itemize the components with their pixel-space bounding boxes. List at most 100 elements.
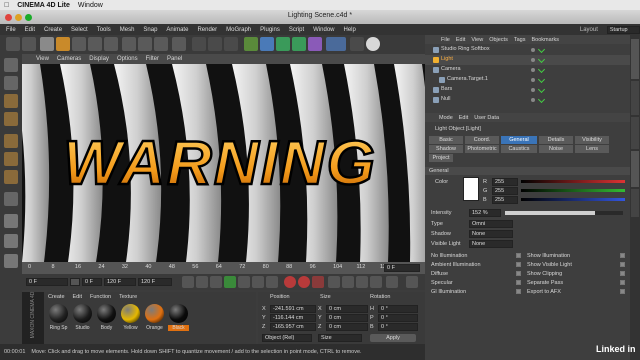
option-checkbox[interactable] bbox=[620, 271, 625, 276]
deformer-icon[interactable] bbox=[308, 37, 322, 51]
cube-icon[interactable] bbox=[244, 37, 258, 51]
visibility-dots-icon[interactable] bbox=[531, 98, 535, 102]
material-item[interactable]: Yellow bbox=[120, 304, 141, 331]
right-tab-structure[interactable] bbox=[631, 117, 639, 149]
current-frame-mini-field[interactable]: 0 F bbox=[82, 278, 102, 286]
intensity-slider[interactable] bbox=[505, 211, 623, 215]
material-menu-edit[interactable]: Edit bbox=[73, 294, 82, 300]
next-key-icon[interactable] bbox=[252, 276, 264, 288]
viewport[interactable]: WARNING bbox=[22, 64, 425, 262]
material-menu-texture[interactable]: Texture bbox=[119, 294, 137, 300]
om-menu-file[interactable]: File bbox=[441, 37, 450, 43]
enabled-check-icon[interactable] bbox=[537, 65, 546, 74]
intensity-field[interactable]: 152 % bbox=[469, 209, 501, 217]
coord-rotation-field[interactable]: 0 ° bbox=[378, 313, 418, 322]
menu-mograph[interactable]: MoGraph bbox=[226, 27, 251, 33]
mac-app-menu[interactable]: CINEMA 4D Lite bbox=[17, 2, 70, 9]
go-to-start-icon[interactable] bbox=[182, 276, 194, 288]
start-frame-field[interactable]: 0 F bbox=[26, 278, 68, 286]
type-select[interactable]: Omni bbox=[469, 220, 513, 228]
option-checkbox[interactable] bbox=[516, 280, 521, 285]
viewport-menu-filter[interactable]: Filter bbox=[146, 56, 159, 62]
option-checkbox-row[interactable]: GI Illumination bbox=[431, 287, 523, 296]
make-editable-icon[interactable] bbox=[4, 58, 18, 72]
material-item[interactable]: Orange bbox=[144, 304, 165, 331]
viewport-menu-display[interactable]: Display bbox=[89, 56, 109, 62]
render-picture-viewer-icon[interactable] bbox=[208, 37, 222, 51]
render-settings-icon[interactable] bbox=[224, 37, 238, 51]
record-icon[interactable] bbox=[284, 276, 296, 288]
option-checkbox-row[interactable]: Show Clipping bbox=[527, 269, 627, 278]
color-channel-slider[interactable] bbox=[521, 198, 625, 201]
om-menu-view[interactable]: View bbox=[471, 37, 483, 43]
move-icon[interactable] bbox=[56, 37, 70, 51]
material-menu-function[interactable]: Function bbox=[90, 294, 111, 300]
enabled-check-icon[interactable] bbox=[537, 75, 546, 84]
subdivision-icon[interactable] bbox=[276, 37, 290, 51]
visible-light-select[interactable]: None bbox=[469, 240, 513, 248]
option-checkbox[interactable] bbox=[516, 289, 521, 294]
option-checkbox-row[interactable]: Diffuse bbox=[431, 269, 523, 278]
tab-noise[interactable]: Noise bbox=[539, 145, 573, 153]
color-channel-slider[interactable] bbox=[521, 180, 625, 183]
key-parameter-icon[interactable] bbox=[370, 276, 382, 288]
edges-mode-icon[interactable] bbox=[4, 152, 18, 166]
tab-shadow[interactable]: Shadow bbox=[429, 145, 463, 153]
go-to-end-icon[interactable] bbox=[266, 276, 278, 288]
visibility-dots-icon[interactable] bbox=[531, 78, 535, 82]
option-checkbox-row[interactable]: Export to AFX bbox=[527, 287, 627, 296]
tab-visibility[interactable]: Visibility bbox=[575, 136, 609, 144]
previous-key-icon[interactable] bbox=[196, 276, 208, 288]
visibility-dots-icon[interactable] bbox=[531, 68, 535, 72]
timeline-ruler[interactable]: 081624324048566472808896104112120 0 F bbox=[22, 262, 425, 274]
object-row[interactable]: Null bbox=[425, 95, 630, 105]
menu-mesh[interactable]: Mesh bbox=[120, 27, 135, 33]
axis-mode-icon[interactable] bbox=[4, 192, 18, 206]
enabled-check-icon[interactable] bbox=[537, 45, 546, 54]
menu-edit[interactable]: Edit bbox=[25, 27, 35, 33]
menu-render[interactable]: Render bbox=[197, 27, 217, 33]
color-channel-field[interactable]: 255 bbox=[492, 186, 518, 195]
om-menu-bookmarks[interactable]: Bookmarks bbox=[531, 37, 559, 43]
y-axis-icon[interactable] bbox=[138, 37, 152, 51]
coord-position-field[interactable]: -165.957 cm bbox=[270, 322, 316, 331]
object-row[interactable]: Studio Ring Softbox bbox=[425, 45, 630, 55]
previous-frame-icon[interactable] bbox=[210, 276, 222, 288]
right-tab-content-browser[interactable] bbox=[631, 81, 639, 115]
recent-tools-icon[interactable] bbox=[104, 37, 118, 51]
menu-help[interactable]: Help bbox=[344, 27, 356, 33]
layout-select[interactable]: Startup bbox=[606, 25, 640, 34]
x-axis-icon[interactable] bbox=[122, 37, 136, 51]
keyframe-selection-icon[interactable] bbox=[312, 276, 324, 288]
am-menu-mode[interactable]: Mode bbox=[439, 115, 453, 121]
key-position-icon[interactable] bbox=[328, 276, 340, 288]
menu-create[interactable]: Create bbox=[44, 27, 62, 33]
shadow-select[interactable]: None bbox=[469, 230, 513, 238]
material-item[interactable]: Studio bbox=[72, 304, 93, 331]
tab-general[interactable]: General bbox=[501, 136, 537, 144]
visibility-dots-icon[interactable] bbox=[531, 48, 535, 52]
object-row[interactable]: Light bbox=[425, 55, 630, 65]
menu-plugins[interactable]: Plugins bbox=[260, 27, 280, 33]
material-item[interactable]: Ring Sp bbox=[48, 304, 69, 331]
object-row[interactable]: Camera.Target.1 bbox=[425, 75, 630, 85]
render-view-icon[interactable] bbox=[192, 37, 206, 51]
option-checkbox[interactable] bbox=[620, 280, 625, 285]
floor-icon[interactable] bbox=[326, 37, 346, 51]
color-swatch[interactable] bbox=[463, 177, 479, 201]
texture-mode-icon[interactable] bbox=[4, 94, 18, 108]
menu-script[interactable]: Script bbox=[289, 27, 304, 33]
snap-icon[interactable] bbox=[4, 214, 18, 228]
undo-icon[interactable] bbox=[6, 37, 20, 51]
om-menu-objects[interactable]: Objects bbox=[489, 37, 508, 43]
option-checkbox[interactable] bbox=[620, 289, 625, 294]
color-channel-field[interactable]: 255 bbox=[492, 195, 518, 204]
color-channel-slider[interactable] bbox=[521, 189, 625, 192]
live-select-icon[interactable] bbox=[40, 37, 54, 51]
option-checkbox-row[interactable]: Ambient Illumination bbox=[431, 260, 523, 269]
color-channel-field[interactable]: 255 bbox=[492, 177, 518, 186]
option-checkbox[interactable] bbox=[620, 262, 625, 267]
material-menu-create[interactable]: Create bbox=[48, 294, 65, 300]
tab-coord[interactable]: Coord. bbox=[465, 136, 499, 144]
tab-caustics[interactable]: Caustics bbox=[501, 145, 537, 153]
